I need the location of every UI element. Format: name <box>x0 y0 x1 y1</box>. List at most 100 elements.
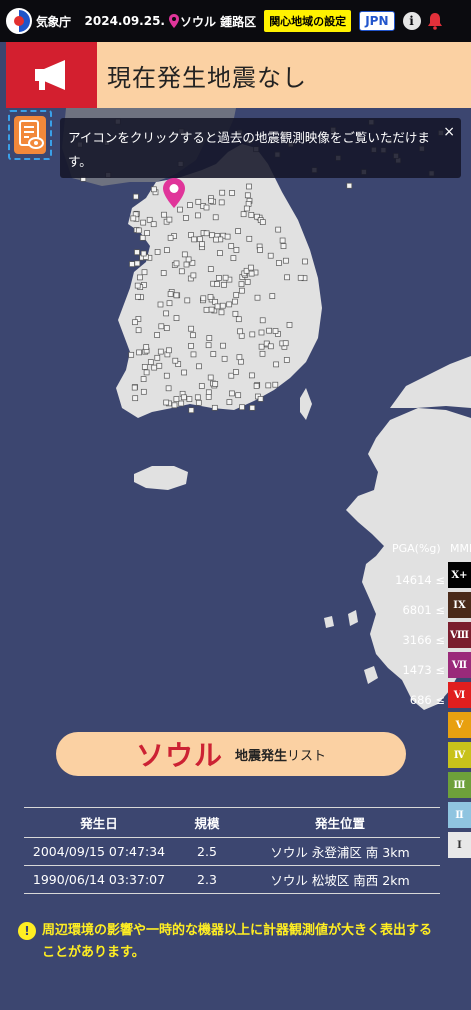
station-marker <box>140 388 147 395</box>
station-marker <box>144 230 150 236</box>
station-marker <box>163 310 169 317</box>
station-marker <box>183 215 189 221</box>
row-location: ソウル 永登浦区 南 3km <box>240 837 440 866</box>
station-marker <box>302 258 308 265</box>
station-marker <box>140 250 147 257</box>
station-marker <box>137 274 143 281</box>
location-label: ソウル 鍾路区 <box>180 14 257 29</box>
station-marker <box>185 256 192 263</box>
station-marker <box>178 268 185 275</box>
station-marker <box>178 400 185 407</box>
status-message: 現在発生地震なし <box>107 63 307 92</box>
station-marker <box>235 228 241 234</box>
station-marker <box>184 297 191 304</box>
station-marker <box>236 354 243 361</box>
station-marker <box>276 260 282 266</box>
station-marker <box>238 281 245 288</box>
station-marker <box>203 204 210 211</box>
mmi-level-swatch: Ⅳ <box>448 742 471 768</box>
station-marker <box>216 275 222 281</box>
station-marker <box>135 327 142 334</box>
kma-logo[interactable]: 気象庁 <box>6 8 71 34</box>
station-marker <box>181 369 187 376</box>
station-marker <box>259 317 266 324</box>
station-marker <box>156 362 163 369</box>
korean-peninsula-shape <box>116 144 322 418</box>
island-shape <box>348 610 358 626</box>
station-marker <box>173 292 180 299</box>
station-marker <box>220 342 226 349</box>
station-marker <box>205 394 212 400</box>
station-marker <box>249 404 256 411</box>
megaphone-icon <box>6 42 97 108</box>
info-icon[interactable]: i <box>402 12 421 30</box>
station-marker <box>249 372 255 379</box>
station-marker <box>190 272 197 279</box>
station-marker <box>254 294 261 301</box>
seismic-map[interactable] <box>6 108 471 710</box>
pga-threshold-label: 14614 ≤ <box>395 573 445 587</box>
station-marker <box>219 189 226 196</box>
station-marker <box>166 347 172 354</box>
row-date: 1990/06/14 03:37:07 <box>24 865 174 894</box>
station-marker <box>135 227 142 234</box>
station-marker <box>130 215 137 222</box>
mmi-header: MMI <box>450 542 471 555</box>
station-marker <box>129 261 135 267</box>
table-row[interactable]: 1990/06/14 03:37:07 2.3 ソウル 松坡区 南西 2km <box>24 865 440 894</box>
current-location[interactable]: ソウル 鍾路区 <box>169 13 256 30</box>
station-marker <box>133 193 139 200</box>
station-marker <box>194 394 201 401</box>
station-marker <box>158 323 165 330</box>
station-marker <box>210 351 217 357</box>
station-marker <box>213 236 219 243</box>
station-marker <box>132 395 139 402</box>
station-marker <box>237 328 243 335</box>
station-marker <box>214 303 221 310</box>
bell-icon[interactable] <box>426 12 444 30</box>
station-marker <box>208 197 215 204</box>
station-marker <box>151 364 158 371</box>
station-marker <box>206 335 213 341</box>
station-marker <box>257 396 264 402</box>
station-marker <box>143 369 150 376</box>
history-tooltip: アイコンをクリックすると過去の地震観測映像をご覧いただけます。 × <box>60 118 461 178</box>
station-marker <box>244 192 251 199</box>
close-icon[interactable]: × <box>443 120 455 144</box>
station-marker <box>203 306 210 313</box>
station-marker <box>140 219 147 226</box>
station-marker <box>197 236 203 243</box>
mmi-level-swatch: Ⅱ <box>448 802 471 828</box>
logo-text: 気象庁 <box>36 14 71 29</box>
station-marker <box>207 294 214 300</box>
station-marker <box>157 301 164 308</box>
station-marker <box>161 211 167 218</box>
station-marker <box>283 257 289 264</box>
tooltip-text: アイコンをクリックすると過去の地震観測映像をご覧いただけます。 <box>68 130 430 169</box>
station-marker <box>222 274 229 281</box>
station-marker <box>214 281 220 287</box>
seoul-location-pin-icon[interactable] <box>163 178 185 208</box>
station-marker <box>245 201 252 207</box>
station-marker <box>173 315 180 321</box>
station-marker <box>346 182 353 189</box>
table-row[interactable]: 2004/09/15 07:47:34 2.5 ソウル 永登浦区 南 3km <box>24 837 440 866</box>
station-marker <box>218 199 225 206</box>
station-marker <box>232 310 239 317</box>
region-settings-button[interactable]: 関心地域の設定 <box>264 10 352 32</box>
station-marker <box>172 357 179 364</box>
history-video-button[interactable] <box>8 110 52 160</box>
station-marker <box>196 363 202 370</box>
station-marker <box>258 329 265 336</box>
station-marker <box>232 298 238 305</box>
pga-threshold-label: 686 ≤ <box>409 693 445 707</box>
language-button[interactable]: JPN <box>359 11 395 31</box>
station-marker <box>212 214 219 221</box>
station-marker <box>203 230 210 237</box>
station-marker <box>239 287 245 294</box>
mmi-level-swatch: Ⅴ <box>448 712 471 738</box>
honshu-shape <box>390 356 471 408</box>
station-marker <box>186 396 193 402</box>
station-marker <box>190 332 196 339</box>
tsushima-shape <box>300 388 312 420</box>
